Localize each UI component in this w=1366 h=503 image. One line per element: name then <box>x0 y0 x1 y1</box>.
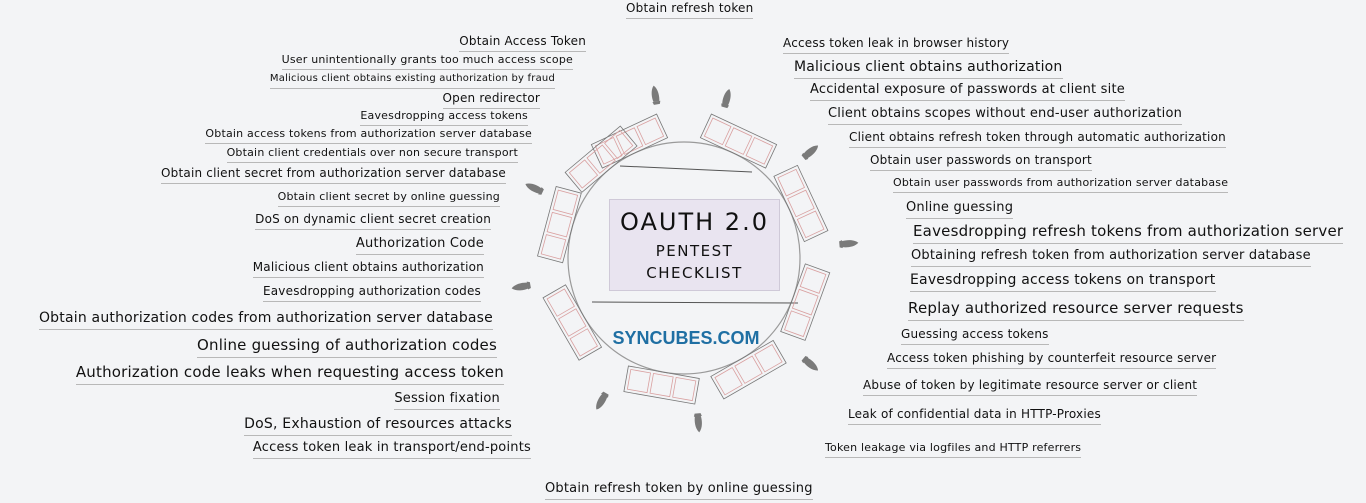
left-item: Session fixation <box>394 392 500 410</box>
right-item: Client obtains scopes without end-user a… <box>828 107 1183 125</box>
right-item: Eavesdropping access tokens on transport <box>910 273 1216 292</box>
bottom-item: Obtain refresh token by online guessing <box>545 482 813 500</box>
subtitle-1: PENTEST <box>655 242 734 260</box>
left-item: Obtain client secret by online guessing <box>277 191 500 207</box>
rocket-icon <box>651 85 661 105</box>
left-item: Authorization Code <box>355 237 484 255</box>
brand-label: SYNCUBES.COM <box>612 328 760 348</box>
right-item: Access token phishing by counterfeit res… <box>887 352 1217 369</box>
left-item: User unintentionally grants too much acc… <box>281 54 573 70</box>
right-item: Obtaining refresh token from authorizati… <box>911 249 1311 267</box>
rocket-icon <box>511 281 531 291</box>
rocket-icon <box>801 145 819 161</box>
title-box: OAUTH 2.0 PENTEST CHECKLIST <box>609 199 780 291</box>
rocket-icon <box>839 240 859 249</box>
right-item: Online guessing <box>906 201 1014 219</box>
left-item: Malicious client obtains authorization <box>252 261 484 278</box>
wheel-segment <box>699 113 778 169</box>
left-item: Eavesdropping authorization codes <box>262 285 481 302</box>
right-item: Obtain user passwords from authorization… <box>893 177 1229 193</box>
rocket-icon <box>801 355 819 371</box>
wheel-segment <box>773 164 829 243</box>
wheel-segment <box>542 284 603 361</box>
right-item: Obtain user passwords on transport <box>870 154 1092 171</box>
right-item: Leak of confidential data in HTTP-Proxie… <box>848 408 1101 425</box>
left-item: Open redirector <box>442 92 540 109</box>
right-item: Access token leak in browser history <box>783 37 1010 54</box>
wheel-segment <box>623 365 700 405</box>
left-item: Obtain authorization codes from authoriz… <box>38 311 493 330</box>
right-item: Malicious client obtains authorization <box>794 60 1063 79</box>
left-item: Authorization code leaks when requesting… <box>75 365 504 385</box>
right-item: Guessing access tokens <box>901 328 1049 345</box>
wheel-segment <box>537 185 582 264</box>
left-item: Malicious client obtains existing author… <box>269 74 555 89</box>
left-item: Obtain access tokens from authorization … <box>205 128 532 144</box>
left-item: Eavesdropping access tokens <box>360 110 528 126</box>
left-item: DoS on dynamic client secret creation <box>255 213 491 230</box>
divider-top <box>619 165 753 173</box>
divider-bottom <box>591 301 799 304</box>
right-item: Abuse of token by legitimate resource se… <box>863 379 1198 396</box>
left-item: Obtain Access Token <box>459 35 586 52</box>
right-item: Replay authorized resource server reques… <box>908 301 1244 321</box>
right-item: Token leakage via logfiles and HTTP refe… <box>825 442 1082 458</box>
rocket-icon <box>693 413 702 433</box>
right-item: Client obtains refresh token through aut… <box>849 131 1226 148</box>
rocket-icon <box>525 183 544 195</box>
top-item: Obtain refresh token <box>626 2 754 19</box>
left-item: DoS, Exhaustion of resources attacks <box>244 417 512 436</box>
left-item: Obtain client secret from authorization … <box>161 167 506 184</box>
left-item: Obtain client credentials over non secur… <box>226 147 518 163</box>
left-item: Access token leak in transport/end-point… <box>252 441 531 459</box>
right-item: Accidental exposure of passwords at clie… <box>810 83 1125 101</box>
right-item: Eavesdropping refresh tokens from author… <box>913 224 1344 244</box>
rocket-icon <box>596 391 609 410</box>
subtitle-2: CHECKLIST <box>646 264 743 282</box>
wheel-segment <box>710 339 787 400</box>
left-item: Online guessing of authorization codes <box>197 338 497 358</box>
wheel-segment <box>780 263 831 341</box>
title: OAUTH 2.0 <box>620 208 769 236</box>
rocket-icon <box>721 88 731 109</box>
